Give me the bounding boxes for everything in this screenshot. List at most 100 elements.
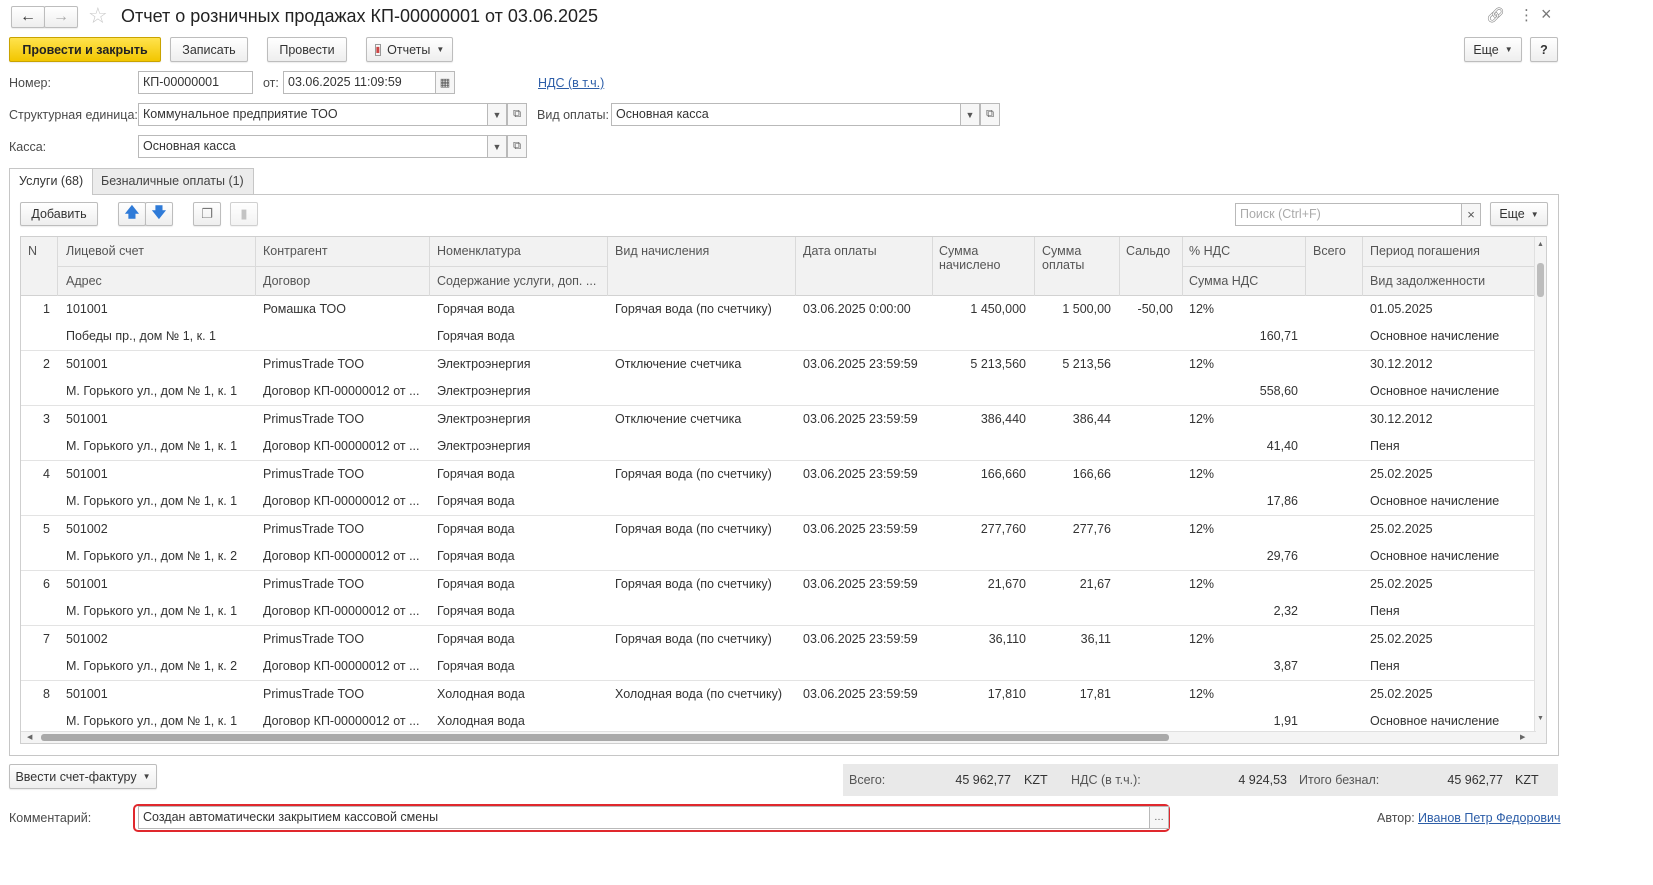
table-row[interactable]: 1 101001 Победы пр., дом № 1, к. 1 Ромашка …: [21, 296, 1536, 351]
cell-debt-type: Основное начисление: [1370, 329, 1500, 343]
cell-vat-sum: 2,32: [1273, 604, 1298, 618]
table-more-button[interactable]: Еще ▼: [1490, 202, 1548, 226]
hscroll-thumb[interactable]: [41, 734, 1169, 741]
chevron-down-icon: ▼: [1504, 45, 1513, 54]
table-row[interactable]: 8 501001 М. Горького ул., дом № 1, к. 1 Pri…: [21, 681, 1536, 736]
cell-counterparty: PrimusTrade ТОО: [263, 632, 365, 646]
enter-invoice-button[interactable]: Ввести счет-фактуру ▼: [9, 764, 157, 789]
cash-label: Касса:: [9, 140, 47, 154]
col-charge-type[interactable]: Вид начисления: [615, 244, 709, 258]
copy-button[interactable]: ❐: [193, 202, 221, 226]
search-input[interactable]: Поиск (Ctrl+F): [1235, 203, 1462, 226]
table-row[interactable]: 7 501002 М. Горького ул., дом № 1, к. 2 Pri…: [21, 626, 1536, 681]
unit-open-button[interactable]: ⧉: [507, 103, 527, 126]
author-link[interactable]: Иванов Петр Федорович: [1418, 811, 1561, 825]
post-and-close-button[interactable]: Провести и закрыть: [9, 37, 161, 62]
noncash-value: 45 962,77: [1447, 773, 1503, 787]
forward-button[interactable]: →: [44, 6, 78, 28]
col-charged[interactable]: Сумма начислено: [939, 244, 1019, 272]
date-label: от:: [263, 76, 279, 90]
scroll-up-icon[interactable]: ▲: [1537, 241, 1544, 248]
save-button[interactable]: Записать: [170, 37, 248, 62]
tab-noncash-payments[interactable]: Безналичные оплаты (1): [91, 168, 254, 194]
scroll-down-icon[interactable]: ▼: [1537, 715, 1544, 722]
noncash-currency: KZT: [1515, 773, 1539, 787]
cell-charged: 17,810: [987, 687, 1026, 701]
col-pay-date[interactable]: Дата оплаты: [803, 244, 877, 258]
vertical-scrollbar[interactable]: ▲ ▼: [1534, 237, 1546, 743]
col-content[interactable]: Содержание услуги, доп. ...: [437, 274, 596, 288]
col-counterparty[interactable]: Контрагент: [263, 244, 328, 258]
cell-debt-type: Основное начисление: [1370, 494, 1500, 508]
horizontal-scrollbar[interactable]: ◀ ▶: [21, 731, 1536, 743]
noncash-label: Итого безнал:: [1299, 773, 1380, 787]
move-down-button[interactable]: 🡇: [145, 202, 173, 226]
cell-vat-sum: 17,86: [1266, 494, 1298, 508]
cell-charge-type: Отключение счетчика: [615, 412, 742, 426]
col-saldo[interactable]: Сальдо: [1126, 244, 1170, 258]
cell-account: 501001: [66, 357, 108, 371]
comment-expand-button[interactable]: …: [1149, 806, 1169, 829]
post-button[interactable]: Провести: [267, 37, 347, 62]
help-button[interactable]: ?: [1530, 37, 1558, 62]
paste-button[interactable]: ▮: [230, 202, 258, 226]
paytype-field[interactable]: Основная касса: [611, 103, 961, 126]
paytype-dropdown-button[interactable]: ▼: [960, 103, 980, 126]
cell-contract: Договор КП-00000012 от ...: [263, 604, 420, 618]
cell-period: 25.02.2025: [1370, 687, 1433, 701]
vat-total-value: 4 924,53: [1238, 773, 1287, 787]
move-up-button[interactable]: 🡅: [118, 202, 146, 226]
cell-period: 01.05.2025: [1370, 302, 1433, 316]
col-n[interactable]: N: [28, 244, 37, 258]
scroll-thumb[interactable]: [1537, 263, 1544, 297]
tab-services[interactable]: Услуги (68): [9, 168, 94, 195]
number-field[interactable]: КП-00000001: [138, 71, 253, 94]
table-row[interactable]: 4 501001 М. Горького ул., дом № 1, к. 1 Pri…: [21, 461, 1536, 516]
col-nomenclature[interactable]: Номенклатура: [437, 244, 521, 258]
col-debt-type[interactable]: Вид задолженности: [1370, 274, 1485, 288]
unit-dropdown-button[interactable]: ▼: [487, 103, 507, 126]
scroll-left-icon[interactable]: ◀: [27, 733, 32, 741]
date-field[interactable]: 03.06.2025 11:09:59: [283, 71, 436, 94]
scroll-right-icon[interactable]: ▶: [1520, 733, 1525, 741]
col-vat-rate[interactable]: % НДС: [1189, 244, 1230, 258]
cell-contract: Договор КП-00000012 от ...: [263, 384, 420, 398]
cell-n: 1: [43, 302, 50, 316]
services-table[interactable]: N Лицевой счет Адрес Контрагент Договор …: [20, 236, 1547, 744]
table-row[interactable]: 5 501002 М. Горького ул., дом № 1, к. 2 Pri…: [21, 516, 1536, 571]
table-row[interactable]: 2 501001 М. Горького ул., дом № 1, к. 1 Pri…: [21, 351, 1536, 406]
link-icon[interactable]: 🔗︎: [1486, 6, 1505, 24]
col-contract[interactable]: Договор: [263, 274, 310, 288]
vat-link[interactable]: НДС (в т.ч.): [538, 76, 604, 90]
menu-dots-icon[interactable]: ⋮: [1519, 6, 1534, 24]
search-clear-button[interactable]: ×: [1461, 203, 1481, 226]
more-button[interactable]: Еще ▼: [1464, 37, 1522, 62]
cash-open-button[interactable]: ⧉: [507, 135, 527, 158]
cell-contract: Договор КП-00000012 от ...: [263, 714, 420, 728]
cell-nomenclature: Горячая вода: [437, 632, 515, 646]
col-paid[interactable]: Сумма оплаты: [1042, 244, 1102, 272]
unit-field[interactable]: Коммунальное предприятие ТОО: [138, 103, 488, 126]
add-button[interactable]: Добавить: [20, 202, 98, 226]
chevron-down-icon: ▼: [1530, 209, 1539, 219]
col-address[interactable]: Адрес: [66, 274, 102, 288]
col-account[interactable]: Лицевой счет: [66, 244, 144, 258]
cash-field[interactable]: Основная касса: [138, 135, 488, 158]
table-row[interactable]: 6 501001 М. Горького ул., дом № 1, к. 1 Pri…: [21, 571, 1536, 626]
cell-n: 5: [43, 522, 50, 536]
reports-button[interactable]: ▮ Отчеты ▼: [366, 37, 453, 62]
col-total[interactable]: Всего: [1313, 244, 1346, 258]
table-row[interactable]: 3 501001 М. Горького ул., дом № 1, к. 1 Pri…: [21, 406, 1536, 461]
cell-charged: 5 213,560: [970, 357, 1026, 371]
close-icon[interactable]: ×: [1541, 4, 1552, 25]
paytype-open-button[interactable]: ⧉: [980, 103, 1000, 126]
comment-field[interactable]: Создан автоматически закрытием кассовой …: [138, 806, 1150, 829]
calendar-button[interactable]: ▦: [435, 71, 455, 94]
col-vat-sum[interactable]: Сумма НДС: [1189, 274, 1258, 288]
paytype-label: Вид оплаты:: [537, 108, 609, 122]
author-label: Автор:: [1377, 811, 1415, 825]
star-icon[interactable]: ☆: [88, 3, 108, 29]
col-period[interactable]: Период погашения: [1370, 244, 1480, 258]
back-button[interactable]: ←: [11, 6, 45, 28]
cash-dropdown-button[interactable]: ▼: [487, 135, 507, 158]
